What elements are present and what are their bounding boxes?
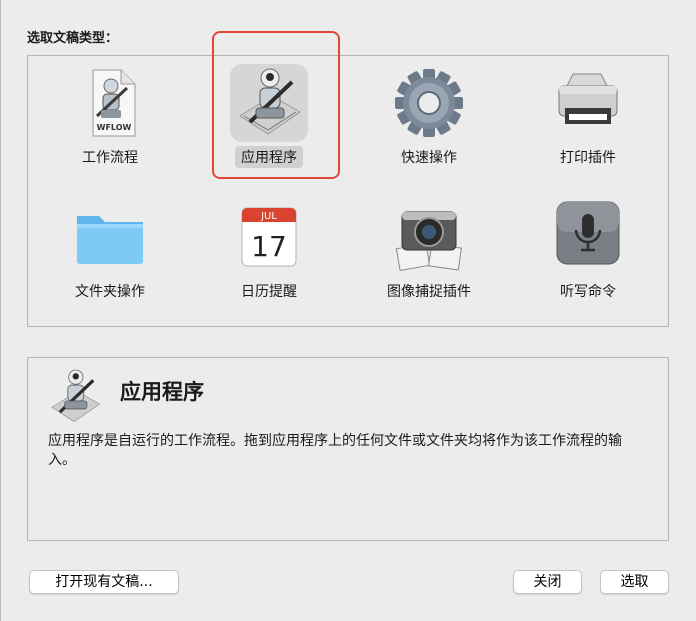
doc-type-label: 听写命令 bbox=[560, 284, 616, 300]
doc-type-label: 快速操作 bbox=[401, 150, 457, 166]
choose-button[interactable]: 选取 bbox=[600, 570, 669, 594]
doc-type-folder-action[interactable]: 文件夹操作 bbox=[40, 194, 180, 324]
doc-type-print-plugin[interactable]: 打印插件 bbox=[518, 60, 658, 190]
description-title: 应用程序 bbox=[120, 380, 204, 404]
doc-type-quick-action[interactable]: 快速操作 bbox=[359, 60, 499, 190]
doc-type-dictation-command[interactable]: 听写命令 bbox=[518, 194, 658, 324]
doc-type-image-capture[interactable]: 图像捕捉插件 bbox=[359, 194, 499, 324]
printer-icon bbox=[549, 64, 627, 142]
doc-type-label: 日历提醒 bbox=[241, 284, 297, 300]
camera-icon bbox=[390, 198, 468, 276]
description-text: 应用程序是自运行的工作流程。拖到应用程序上的任何文件或文件夹均将作为该工作流程的… bbox=[48, 433, 622, 468]
choose-type-label: 选取文稿类型： bbox=[27, 31, 119, 46]
automator-robot-icon bbox=[230, 64, 308, 142]
document-type-grid: WFLOW 工作流程 应用程序 快速操作 打印插件 文件夹操作 JUL 17 日… bbox=[27, 55, 669, 327]
calendar-icon: JUL 17 bbox=[230, 198, 308, 276]
calendar-month: JUL bbox=[260, 211, 277, 222]
doc-type-label: 应用程序 bbox=[235, 146, 303, 168]
wflow-text: WFLOW bbox=[97, 123, 132, 132]
doc-type-label: 打印插件 bbox=[560, 150, 616, 166]
automator-robot-icon bbox=[44, 366, 106, 428]
calendar-day: 17 bbox=[251, 230, 287, 263]
close-button[interactable]: 关闭 bbox=[513, 570, 582, 594]
doc-type-calendar-alarm[interactable]: JUL 17 日历提醒 bbox=[199, 194, 339, 324]
gear-icon bbox=[390, 64, 468, 142]
open-existing-document-button[interactable]: 打开现有文稿... bbox=[29, 570, 179, 594]
description-panel: 应用程序 应用程序是自运行的工作流程。拖到应用程序上的任何文件或文件夹均将作为该… bbox=[27, 357, 669, 541]
window-left-edge bbox=[0, 0, 1, 621]
folder-icon bbox=[71, 198, 149, 276]
microphone-icon bbox=[549, 198, 627, 276]
doc-type-label: 工作流程 bbox=[82, 150, 138, 166]
doc-type-application[interactable]: 应用程序 bbox=[199, 60, 339, 190]
doc-type-label: 图像捕捉插件 bbox=[387, 284, 471, 300]
doc-type-workflow[interactable]: WFLOW 工作流程 bbox=[40, 60, 180, 190]
workflow-file-icon: WFLOW bbox=[71, 64, 149, 142]
doc-type-label: 文件夹操作 bbox=[75, 284, 145, 300]
